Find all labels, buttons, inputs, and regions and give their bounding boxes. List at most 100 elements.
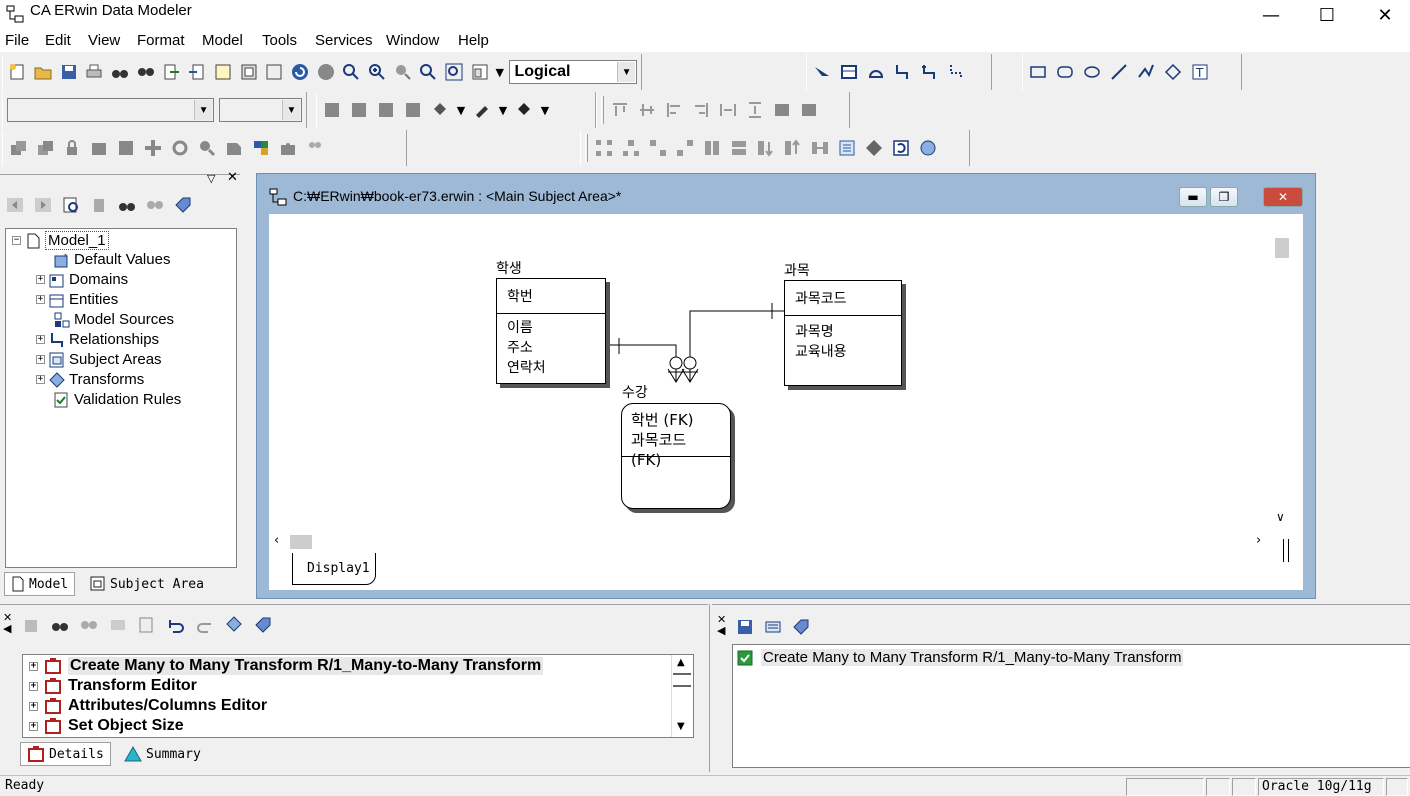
dropdown-arrow-icon[interactable]: ▼ (495, 61, 504, 83)
close-icon[interactable]: ✕ (227, 170, 238, 185)
entity-enrollment[interactable]: 학번 (FK) 과목코드 (FK) (621, 403, 731, 509)
expand-icon[interactable]: + (29, 721, 38, 731)
non-identifying-rel-icon[interactable] (946, 61, 968, 83)
shape-tool-icon[interactable] (1162, 61, 1184, 83)
circular-layout-icon[interactable] (674, 137, 696, 159)
tree-item-domains[interactable]: + Domains (36, 271, 128, 288)
redo-layout-icon[interactable] (917, 137, 939, 159)
menu-help[interactable]: Help (458, 32, 489, 49)
properties-icon[interactable] (60, 194, 82, 216)
import-icon[interactable] (161, 61, 182, 83)
tree-layout-icon[interactable] (620, 137, 642, 159)
sort-up-icon[interactable] (782, 137, 804, 159)
font-size-select[interactable]: ▼ (219, 98, 302, 122)
same-size-icon[interactable] (771, 99, 793, 121)
print-icon[interactable] (84, 61, 105, 83)
tree-item-subject-areas[interactable]: + Subject Areas (36, 351, 162, 368)
menu-window[interactable]: Window (386, 32, 439, 49)
summary-list[interactable]: Create Many to Many Transform R/1_Many-t… (732, 644, 1410, 768)
menu-file[interactable]: File (5, 32, 29, 49)
fill-color-icon[interactable] (429, 99, 451, 121)
open-icon[interactable] (33, 61, 54, 83)
find-next-icon[interactable] (78, 614, 100, 636)
font-name-select[interactable]: ▼ (7, 98, 215, 122)
export-icon[interactable] (187, 61, 208, 83)
ungroup-icon[interactable] (115, 137, 137, 159)
pin-icon[interactable]: ▽ (207, 172, 215, 185)
zoom-in-icon[interactable] (367, 61, 388, 83)
list-item[interactable]: + Set Object Size (29, 717, 184, 735)
report2-icon[interactable] (238, 61, 259, 83)
model-tree[interactable]: − Model_1 * Default Values + Domains + E… (5, 228, 237, 568)
expand-icon[interactable]: + (36, 335, 45, 344)
dropdown-arrow-icon[interactable]: ▼ (456, 99, 466, 121)
forward-icon[interactable] (32, 194, 54, 216)
diagram-minimize-button[interactable]: ▬ (1179, 187, 1207, 207)
collapse-icon[interactable]: − (12, 236, 21, 245)
align-top-icon[interactable] (609, 99, 631, 121)
tag-icon[interactable] (252, 614, 274, 636)
back-icon[interactable] (4, 194, 26, 216)
tab-details[interactable]: Details (20, 742, 111, 766)
close-button[interactable]: ✕ (1356, 0, 1410, 30)
horizontal-scrollbar[interactable]: ‹ › (270, 533, 1272, 551)
expand-icon[interactable]: + (29, 701, 38, 711)
relationship-course-enrollment[interactable] (689, 310, 784, 360)
tag-icon[interactable] (172, 194, 194, 216)
scroll-up-icon[interactable]: ▲ (677, 657, 685, 668)
properties-icon[interactable] (136, 614, 158, 636)
tab-subject-area[interactable]: Subject Area (84, 572, 210, 596)
find-icon[interactable] (116, 194, 138, 216)
expand-icon[interactable]: + (36, 355, 45, 364)
layout-icon[interactable] (223, 137, 245, 159)
menu-view[interactable]: View (88, 32, 120, 49)
find-next-icon[interactable] (144, 194, 166, 216)
tab-model[interactable]: Model (4, 572, 76, 596)
entity-course[interactable]: 과목코드 과목명 교육내용 (784, 280, 902, 386)
same-width-icon[interactable] (798, 99, 820, 121)
toolbar-grip[interactable] (585, 134, 588, 162)
zoom-icon[interactable] (392, 61, 413, 83)
diagram-canvas[interactable]: 학생 학번 이름 주소 연락처 과목 과목코드 과목명 교육내용 수강 학번 (… (270, 214, 1290, 539)
properties-icon[interactable] (836, 137, 858, 159)
space-vertical-icon[interactable] (744, 99, 766, 121)
tab-summary[interactable]: Summary (118, 742, 207, 766)
puzzle-icon[interactable] (277, 137, 299, 159)
tree-item-relationships[interactable]: + Relationships (36, 331, 159, 348)
maximize-button[interactable]: ☐ (1298, 0, 1356, 30)
new-icon[interactable] (7, 61, 28, 83)
send-back-icon[interactable] (34, 137, 56, 159)
zoom-out-icon[interactable] (341, 61, 362, 83)
pane-close-icon[interactable]: ✕ ◀ (717, 614, 726, 636)
menu-edit[interactable]: Edit (45, 32, 71, 49)
group-icon[interactable] (88, 137, 110, 159)
tree-item-transforms[interactable]: + Transforms (36, 371, 144, 388)
move-icon[interactable] (142, 137, 164, 159)
text-tool-icon[interactable]: T (1189, 61, 1211, 83)
tree-root[interactable]: − Model_1 (12, 231, 109, 250)
diagram-restore-button[interactable]: ❐ (1210, 187, 1238, 207)
bring-front-icon[interactable] (7, 137, 29, 159)
tree-item-model-sources[interactable]: Model Sources (54, 311, 174, 328)
ellipse-tool-icon[interactable] (1081, 61, 1103, 83)
rounded-rect-tool-icon[interactable] (1054, 61, 1076, 83)
diagram-close-button[interactable]: ✕ (1263, 187, 1303, 207)
report-icon[interactable] (762, 616, 784, 638)
connect-icon[interactable] (809, 137, 831, 159)
symmetric-layout-icon[interactable] (701, 137, 723, 159)
undo-layout-icon[interactable] (890, 137, 912, 159)
rectangle-tool-icon[interactable] (1027, 61, 1049, 83)
dropdown-arrow-icon[interactable]: ▼ (498, 99, 508, 121)
many-to-many-rel-icon[interactable] (919, 61, 941, 83)
refresh-icon[interactable] (169, 137, 191, 159)
relationship-student-enrollment[interactable] (606, 344, 677, 360)
tree-item-default-values[interactable]: * Default Values (54, 251, 170, 268)
find-icon[interactable] (110, 61, 131, 83)
space-horizontal-icon[interactable] (717, 99, 739, 121)
undo-icon[interactable] (165, 614, 187, 636)
minimize-button[interactable]: — (1242, 0, 1300, 30)
tag-icon[interactable] (790, 616, 812, 638)
align-left-icon[interactable] (663, 99, 685, 121)
complete-compare-icon[interactable] (290, 61, 311, 83)
chevron-right-icon[interactable]: › (1256, 533, 1261, 548)
